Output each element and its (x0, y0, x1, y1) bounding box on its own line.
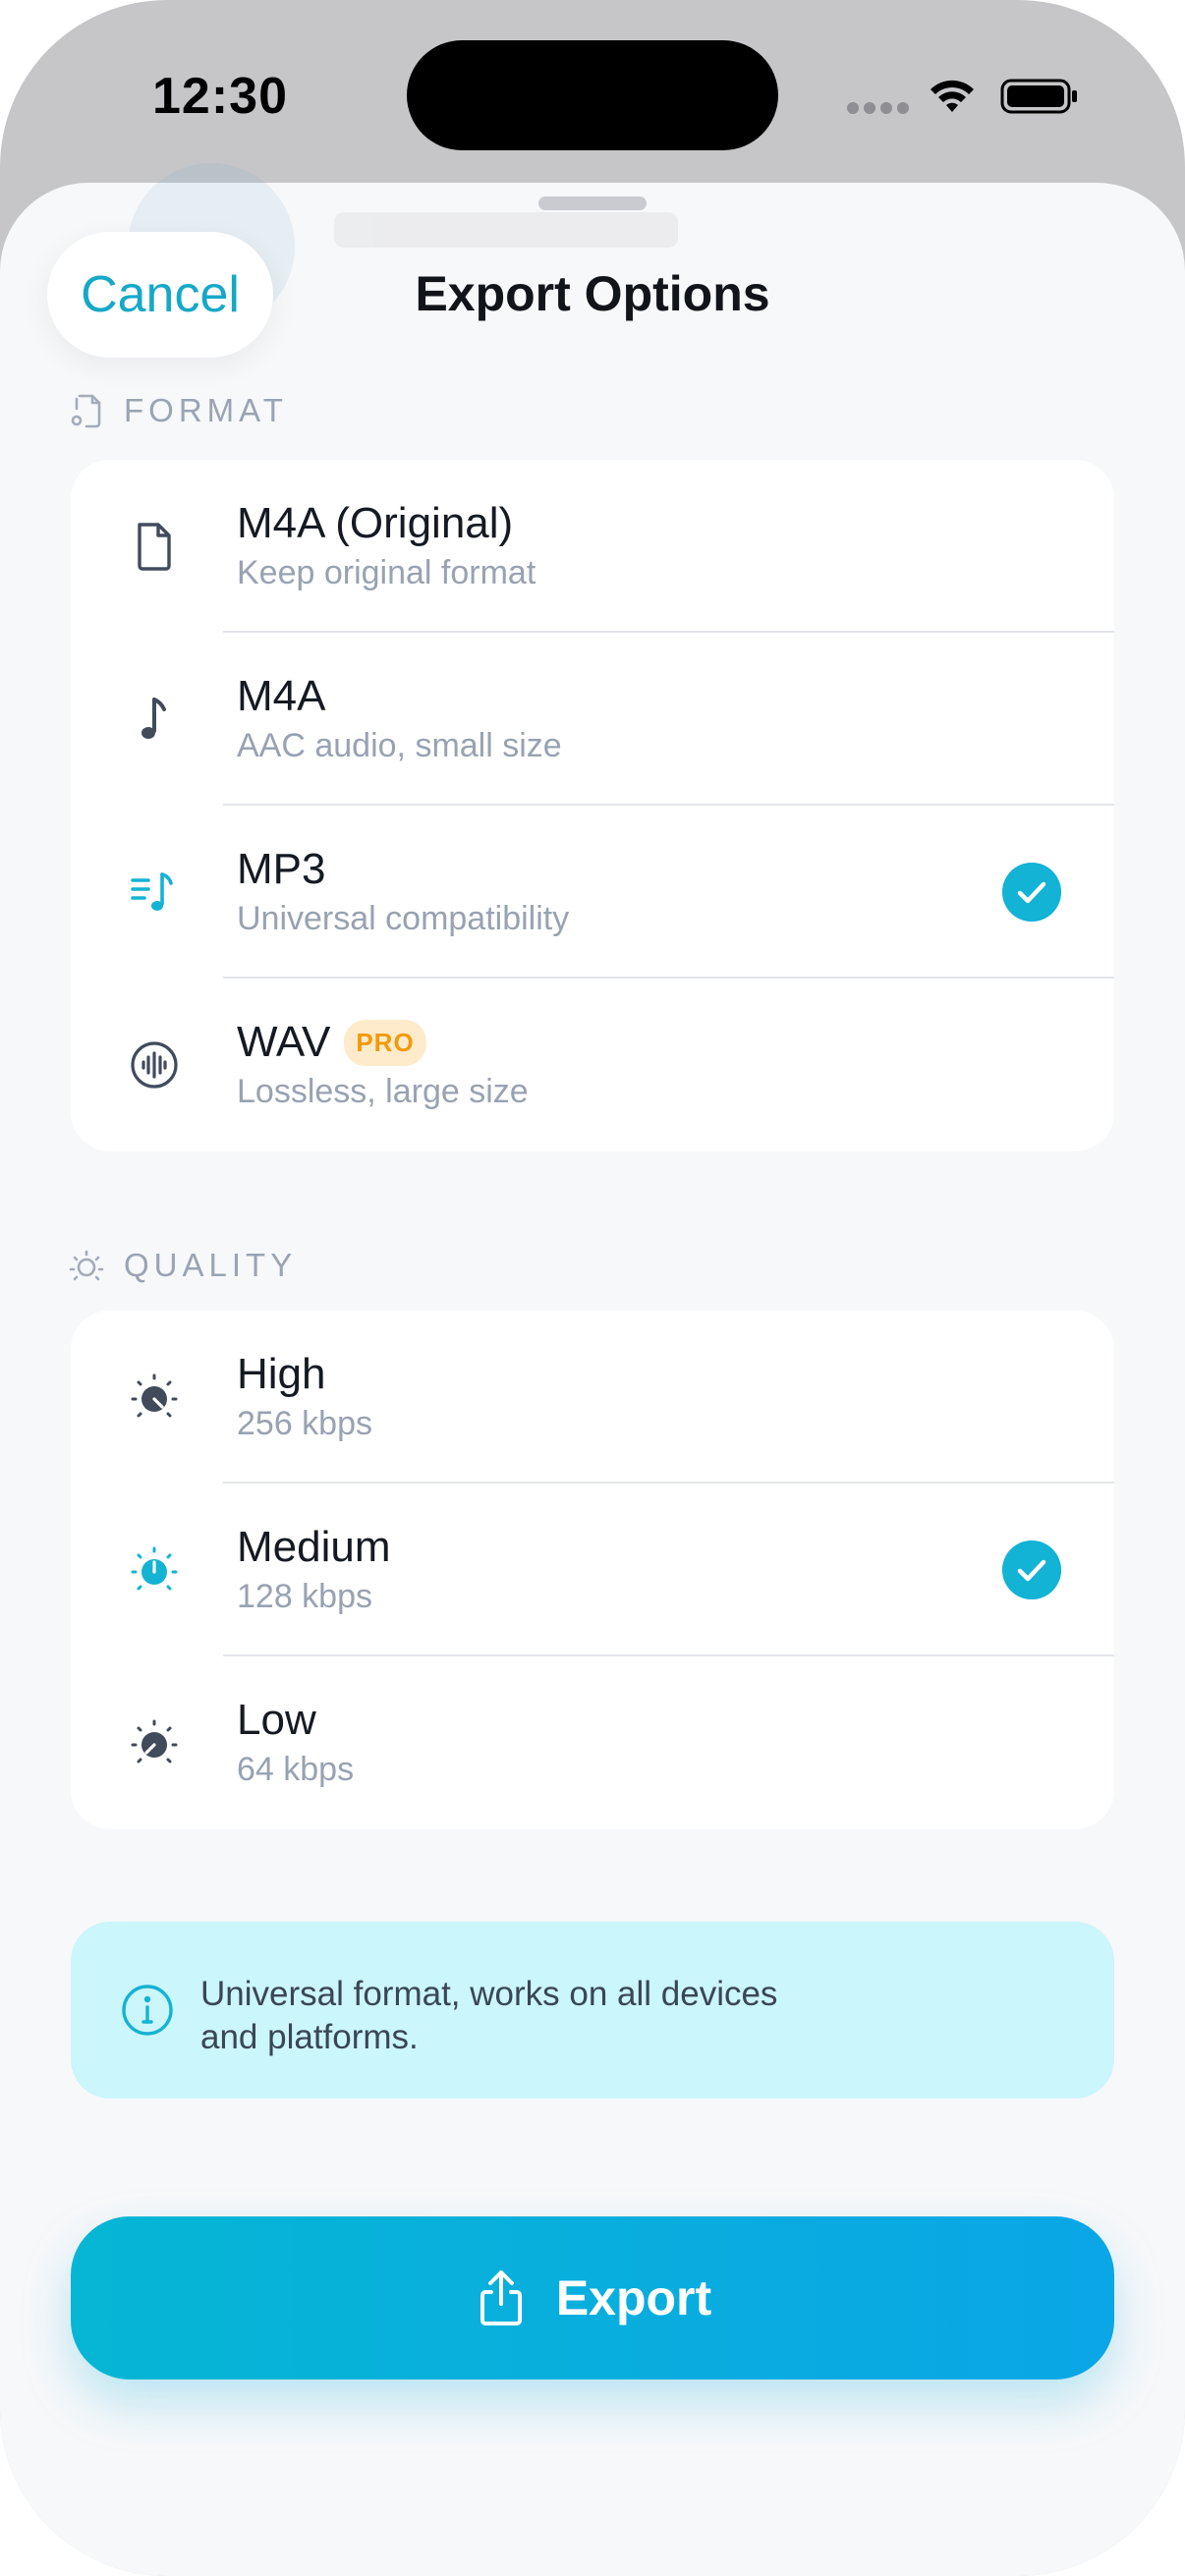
selected-check-icon (1002, 1540, 1061, 1599)
option-title: WAV PRO (237, 1018, 426, 1067)
quality-option-medium[interactable]: Medium 128 kbps (71, 1484, 1114, 1656)
file-settings-icon (71, 394, 101, 428)
option-title: High (237, 1350, 326, 1399)
cellular-signal-icon (847, 102, 910, 116)
info-text: Universal format, works on all devices a… (200, 1973, 888, 2059)
option-subtitle: Lossless, large size (237, 1073, 529, 1110)
option-subtitle: 128 kbps (237, 1578, 372, 1615)
option-title-text: Low (237, 1696, 316, 1744)
option-title-text: M4A (237, 672, 326, 720)
quality-option-low[interactable]: Low 64 kbps (71, 1656, 1114, 1829)
dynamic-island (407, 40, 778, 150)
info-text-line1: Universal format, works on all devices (200, 1975, 778, 2013)
format-section-header: FORMAT (67, 387, 288, 434)
option-subtitle: Universal compatibility (237, 900, 570, 937)
option-subtitle: AAC audio, small size (237, 727, 562, 764)
option-title: M4A (Original) (237, 499, 513, 548)
music-note-icon (141, 698, 166, 739)
gauge-high-icon (131, 1373, 178, 1418)
option-title-text: MP3 (237, 845, 326, 893)
sheet-title: Export Options (415, 266, 770, 321)
export-button[interactable]: Export (71, 2216, 1114, 2380)
share-icon (480, 2270, 522, 2325)
format-option-m4a[interactable]: M4A AAC audio, small size (71, 633, 1114, 806)
quality-options-card: High 256 kbps Medium 128 kbps Low 64 kbp… (71, 1311, 1114, 1829)
info-icon (122, 1985, 173, 2036)
export-options-sheet: Cancel Export Options FORMAT M4A (Origin… (0, 163, 1185, 2576)
music-list-icon (131, 872, 173, 911)
selected-check-icon (1002, 863, 1061, 922)
info-text-line2: and platforms. (200, 2018, 419, 2056)
format-option-mp3[interactable]: MP3 Universal compatibility (71, 806, 1114, 979)
option-title-text: M4A (Original) (237, 499, 514, 547)
pro-badge: PRO (344, 1019, 426, 1066)
option-title-text: High (237, 1350, 326, 1398)
quality-section-header: QUALITY (67, 1242, 297, 1289)
sheet-grabber[interactable] (538, 196, 647, 210)
option-subtitle: Keep original format (237, 554, 536, 591)
quality-section-label: QUALITY (124, 1247, 298, 1283)
option-title: M4A (237, 672, 325, 721)
gauge-medium-icon (131, 1546, 178, 1591)
option-subtitle: 256 kbps (237, 1405, 372, 1442)
quality-dial-icon (69, 1250, 104, 1281)
wifi-icon (931, 80, 974, 112)
format-option-wav[interactable]: WAV PRO Lossless, large size (71, 979, 1114, 1151)
option-title: Medium (237, 1523, 391, 1572)
audio-wave-icon (131, 1041, 178, 1089)
track-meta (334, 212, 678, 248)
option-subtitle: 64 kbps (237, 1751, 355, 1788)
option-title-text: Medium (237, 1523, 391, 1571)
option-title: Low (237, 1696, 316, 1745)
status-bar: 12:30 (0, 0, 1185, 187)
file-icon (138, 523, 171, 571)
format-info-box: Universal format, works on all devices a… (71, 1922, 1114, 2099)
option-title: MP3 (237, 845, 325, 894)
quality-option-high[interactable]: High 256 kbps (71, 1311, 1114, 1484)
option-title-text: WAV (237, 1018, 331, 1066)
format-section-label: FORMAT (124, 392, 288, 428)
format-options-card: M4A (Original) Keep original format M4A … (71, 460, 1114, 1151)
phone-frame: 12:30 Cancel Export Options FORMAT M4A (… (0, 0, 1185, 2576)
format-option-m4a-original[interactable]: M4A (Original) Keep original format (71, 460, 1114, 633)
battery-icon (1000, 79, 1077, 114)
gauge-low-icon (131, 1719, 178, 1764)
export-button-label: Export (555, 2270, 712, 2325)
status-time: 12:30 (152, 68, 288, 125)
